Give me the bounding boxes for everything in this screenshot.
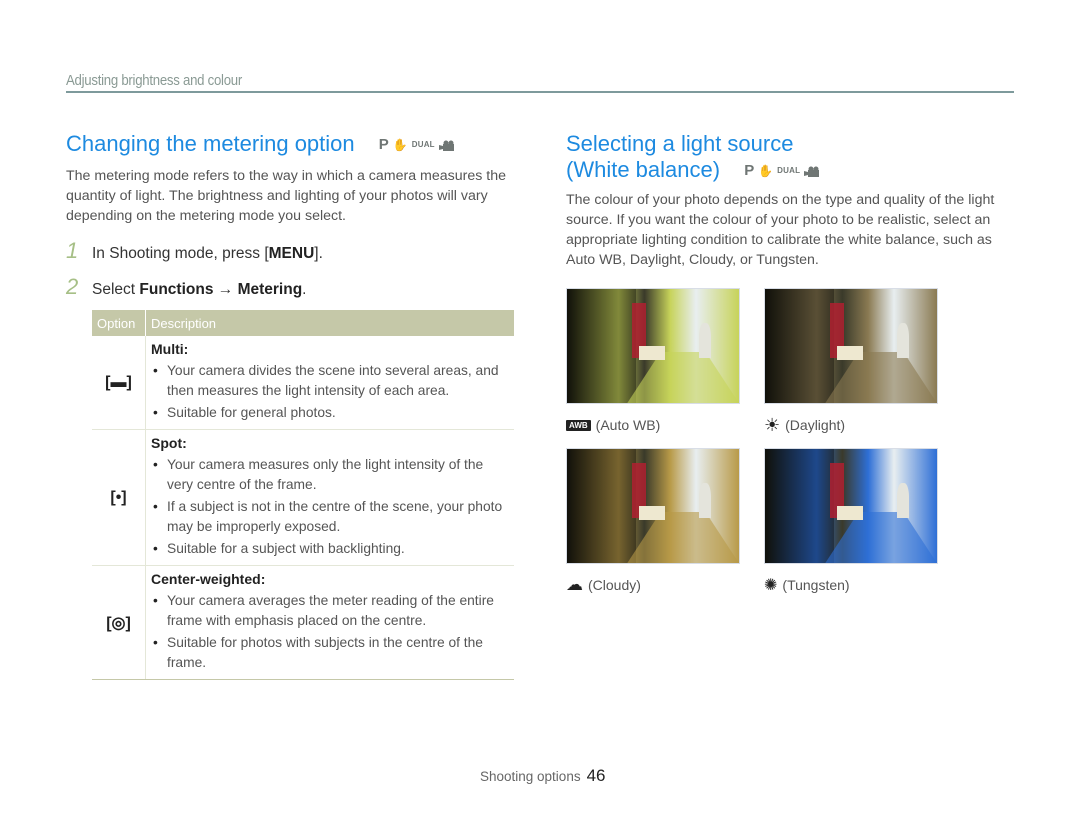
white-balance-photos: AWB (Auto WB) ☀ (Daylight) ☁ (Cloudy) ✺ (Tun… xyxy=(566,288,1006,608)
caption: ☀ (Daylight) xyxy=(764,410,938,440)
step-text-prefix: In Shooting mode, press [ xyxy=(92,245,269,263)
title-line-1: Selecting a light source xyxy=(566,131,794,156)
photo-card-daylight: ☀ (Daylight) xyxy=(764,288,938,440)
dual-is-icon: DUAL xyxy=(777,166,801,176)
photo-tungsten xyxy=(764,448,938,565)
caption-label: (Daylight) xyxy=(785,417,846,434)
arrow: → xyxy=(213,281,238,299)
table-header-row: Option Description xyxy=(92,310,514,337)
bullet-list: Your camera measures only the light inte… xyxy=(151,455,508,559)
page-number: 46 xyxy=(586,766,606,785)
movie-camera-icon xyxy=(804,166,820,177)
photo-daylight xyxy=(764,288,938,405)
awb-icon: AWB xyxy=(566,419,591,431)
metering-title-text: Changing the metering option xyxy=(66,131,355,156)
metering-intro: The metering mode refers to the way in w… xyxy=(66,168,507,225)
hand-icon: ✋ xyxy=(758,164,774,179)
step-2: 2 Select Functions → Metering. xyxy=(66,274,514,300)
row-description: Multi: Your camera divides the scene int… xyxy=(145,336,514,431)
header-description: Description xyxy=(145,310,514,337)
metering-title: Changing the metering option P ✋ DUAL xyxy=(66,131,514,158)
row-description: Center-weighted: Your camera averages th… xyxy=(145,565,514,681)
photo-card-cloudy: ☁ (Cloudy) xyxy=(566,448,740,600)
caption: ☁ (Cloudy) xyxy=(566,570,740,600)
step-text: Select Functions → Metering. xyxy=(92,281,306,299)
page-footer: Shooting options 46 xyxy=(480,766,606,786)
step-number: 2 xyxy=(66,274,79,300)
bullet: Suitable for general photos. xyxy=(151,403,508,423)
white-balance-title: Selecting a light source (White balance)… xyxy=(566,131,1006,184)
title-line-2: (White balance) xyxy=(566,157,721,182)
bullet: Your camera measures only the light inte… xyxy=(151,455,508,495)
section-header: Adjusting brightness and colour xyxy=(66,72,1014,93)
table-row: [◎] Center-weighted: Your camera average… xyxy=(92,565,514,681)
spot-metering-icon: [•] xyxy=(92,429,146,567)
caption-label: (Cloudy) xyxy=(588,577,641,594)
option-name-text: Spot xyxy=(151,435,183,452)
metering-label: Metering xyxy=(237,281,303,299)
option-name: Spot: xyxy=(151,435,187,452)
cloud-icon: ☁ xyxy=(566,575,583,595)
table-row: [•] Spot: Your camera measures only the … xyxy=(92,429,514,567)
center-weighted-metering-icon: [◎] xyxy=(92,565,146,681)
header-option: Option xyxy=(92,310,146,337)
photo-card-tungsten: ✺ (Tungsten) xyxy=(764,448,938,600)
step-text: In Shooting mode, press [MENU]. xyxy=(92,245,323,263)
option-name-text: Multi xyxy=(151,341,184,358)
bullet: Suitable for a subject with backlighting… xyxy=(151,539,508,559)
photo-cloudy xyxy=(566,448,740,565)
option-name: Multi: xyxy=(151,341,189,358)
row-description: Spot: Your camera measures only the ligh… xyxy=(145,429,514,567)
bullet: Your camera divides the scene into sever… xyxy=(151,361,508,401)
section-header-text: Adjusting brightness and colour xyxy=(66,72,242,89)
bullet-list: Your camera divides the scene into sever… xyxy=(151,361,508,423)
footer-label: Shooting options xyxy=(480,769,581,784)
caption-label: (Auto WB) xyxy=(595,417,661,434)
program-mode-icon: P xyxy=(378,136,389,154)
tungsten-bulb-icon: ✺ xyxy=(764,577,778,595)
program-mode-icon: P xyxy=(744,162,755,180)
mode-icons: P ✋ DUAL xyxy=(744,158,820,184)
bullet: Suitable for photos with subjects in the… xyxy=(151,633,508,673)
option-name-text: Center-weighted xyxy=(151,571,261,588)
step-text-suffix: . xyxy=(302,281,307,299)
movie-camera-icon xyxy=(438,140,454,151)
sun-icon: ☀ xyxy=(764,414,781,435)
photo-auto-wb xyxy=(566,288,740,405)
menu-key: MENU xyxy=(268,245,315,263)
option-name: Center-weighted: xyxy=(151,571,266,588)
bullet: If a subject is not in the centre of the… xyxy=(151,497,508,537)
bullet-list: Your camera averages the meter reading o… xyxy=(151,591,508,673)
functions-label: Functions xyxy=(139,281,214,299)
white-balance-section: Selecting a light source (White balance)… xyxy=(566,131,1006,608)
dual-is-icon: DUAL xyxy=(411,140,435,150)
multi-metering-icon: [▬] xyxy=(92,336,146,431)
photo-card-auto-wb: AWB (Auto WB) xyxy=(566,288,740,440)
step-text-suffix: ]. xyxy=(314,245,323,263)
mode-icons: P ✋ DUAL xyxy=(379,132,455,158)
caption: ✺ (Tungsten) xyxy=(764,570,938,600)
caption: AWB (Auto WB) xyxy=(566,410,740,440)
metering-section: Changing the metering option P ✋ DUAL Th… xyxy=(66,131,514,681)
step-number: 1 xyxy=(66,238,79,264)
caption-label: (Tungsten) xyxy=(782,577,850,594)
step-text-prefix: Select xyxy=(92,281,140,299)
metering-options-table: Option Description [▬] Multi: Your camer… xyxy=(92,310,514,681)
hand-icon: ✋ xyxy=(392,138,408,153)
table-row: [▬] Multi: Your camera divides the scene… xyxy=(92,336,514,431)
step-1: 1 In Shooting mode, press [MENU]. xyxy=(66,238,514,264)
bullet: Your camera averages the meter reading o… xyxy=(151,591,508,631)
white-balance-intro: The colour of your photo depends on the … xyxy=(566,192,995,269)
